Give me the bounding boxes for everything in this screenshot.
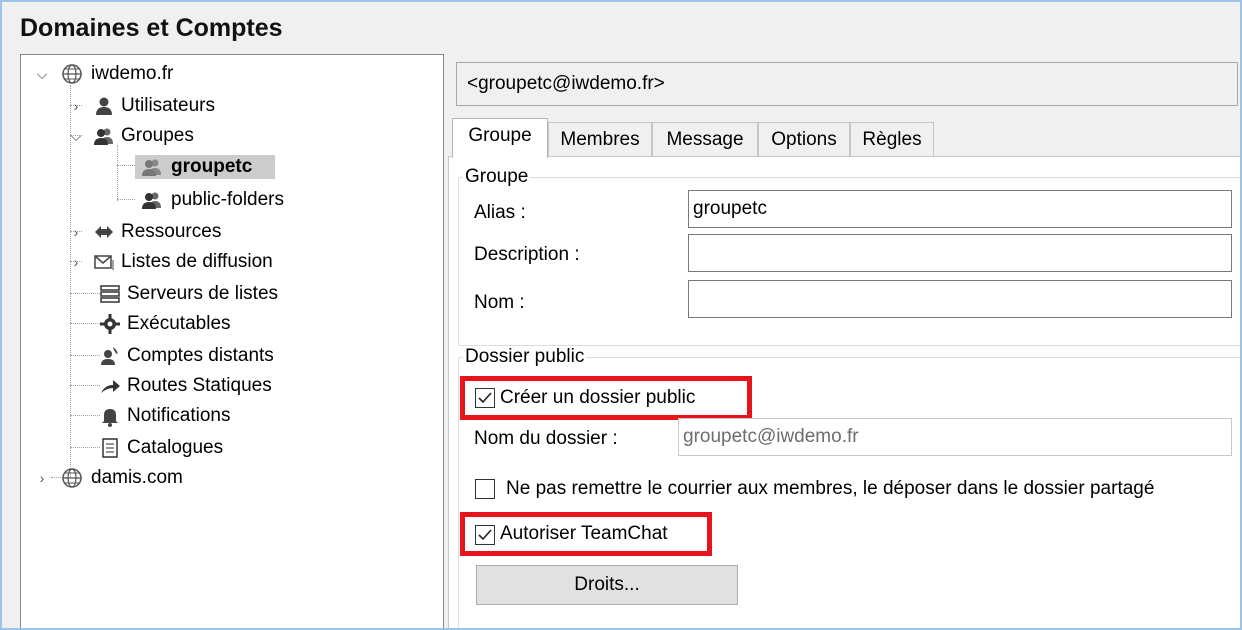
chevron-down-icon[interactable]: ⌵	[31, 63, 53, 85]
panel-title: Domaines et Comptes	[20, 14, 283, 42]
account-address: <groupetc@iwdemo.fr>	[467, 73, 665, 94]
description-label: Description :	[474, 244, 580, 265]
tab-options[interactable]: Options	[758, 122, 850, 157]
tree-label: Listes de diffusion	[121, 251, 273, 272]
group-icon	[93, 125, 115, 147]
tab-message[interactable]: Message	[652, 122, 758, 157]
description-input[interactable]	[688, 234, 1232, 272]
group-icon	[141, 156, 163, 178]
nom-input[interactable]	[688, 280, 1232, 318]
chevron-right-icon[interactable]: ›	[65, 221, 87, 243]
domain-tree[interactable]: ⌵ iwdemo.fr › Utilisateurs ⌵ Groupes gro…	[20, 54, 444, 628]
resource-icon	[93, 221, 115, 243]
dossier-legend: Dossier public	[465, 346, 585, 367]
window-frame: Domaines et Comptes ⌵ iwdemo.fr › Utilis…	[0, 0, 1242, 630]
server-icon	[99, 283, 121, 305]
remote-user-icon	[99, 345, 121, 367]
globe-icon	[61, 467, 83, 489]
tree-label: Groupes	[121, 125, 194, 146]
tree-line	[70, 447, 100, 448]
tree-label: Notifications	[127, 405, 231, 426]
ne-pas-remettre-label[interactable]: Ne pas remettre le courrier aux membres,…	[506, 478, 1154, 500]
tree-line	[70, 293, 100, 294]
ne-pas-remettre-checkbox[interactable]	[475, 479, 495, 499]
tree-label: public-folders	[171, 189, 284, 210]
tree-line	[70, 415, 100, 416]
nom-dossier-label: Nom du dossier :	[474, 428, 618, 449]
teamchat-label[interactable]: Autoriser TeamChat	[500, 523, 668, 545]
tree-node-groupetc[interactable]: groupetc	[135, 155, 275, 179]
creer-dossier-checkbox[interactable]	[475, 388, 495, 408]
group-icon	[141, 189, 163, 211]
alias-label: Alias :	[474, 202, 526, 223]
catalog-icon	[99, 437, 121, 459]
tree-line	[117, 165, 135, 166]
tab-regles[interactable]: Règles	[850, 122, 934, 157]
tree-label: Comptes distants	[127, 345, 274, 366]
tree-line	[70, 355, 100, 356]
chevron-right-icon[interactable]: ›	[65, 251, 87, 273]
tree-line	[70, 385, 100, 386]
chevron-down-icon[interactable]: ⌵	[65, 125, 87, 147]
account-address-bar: <groupetc@iwdemo.fr>	[456, 62, 1238, 106]
tree-label: iwdemo.fr	[91, 63, 174, 84]
tree-line	[117, 145, 118, 201]
tree-label: Exécutables	[127, 313, 231, 334]
globe-icon	[61, 63, 83, 85]
tree-label: Routes Statiques	[127, 375, 272, 396]
tree-label: Catalogues	[127, 437, 224, 458]
alias-input[interactable]	[688, 190, 1232, 228]
tab-groupe[interactable]: Groupe	[452, 118, 548, 158]
user-icon	[93, 95, 115, 117]
tree-label: damis.com	[91, 467, 183, 488]
gear-icon	[99, 313, 121, 335]
tree-line	[70, 323, 100, 324]
tree-label: groupetc	[171, 156, 253, 177]
tree-label: Serveurs de listes	[127, 283, 279, 304]
chevron-right-icon[interactable]: ›	[31, 467, 53, 489]
nom-label: Nom :	[474, 292, 525, 313]
nom-dossier-input	[678, 418, 1232, 456]
route-arrow-icon	[99, 375, 121, 397]
tab-membres[interactable]: Membres	[548, 122, 652, 157]
teamchat-checkbox[interactable]	[475, 525, 495, 545]
tree-label: Ressources	[121, 221, 222, 242]
tree-line	[117, 199, 135, 200]
mail-list-icon	[93, 251, 115, 273]
creer-dossier-label[interactable]: Créer un dossier public	[500, 387, 695, 409]
bell-icon	[99, 405, 121, 427]
tree-label: Utilisateurs	[121, 95, 215, 116]
groupe-legend: Groupe	[465, 166, 529, 187]
chevron-right-icon[interactable]: ›	[65, 95, 87, 117]
droits-button[interactable]: Droits...	[476, 565, 738, 605]
